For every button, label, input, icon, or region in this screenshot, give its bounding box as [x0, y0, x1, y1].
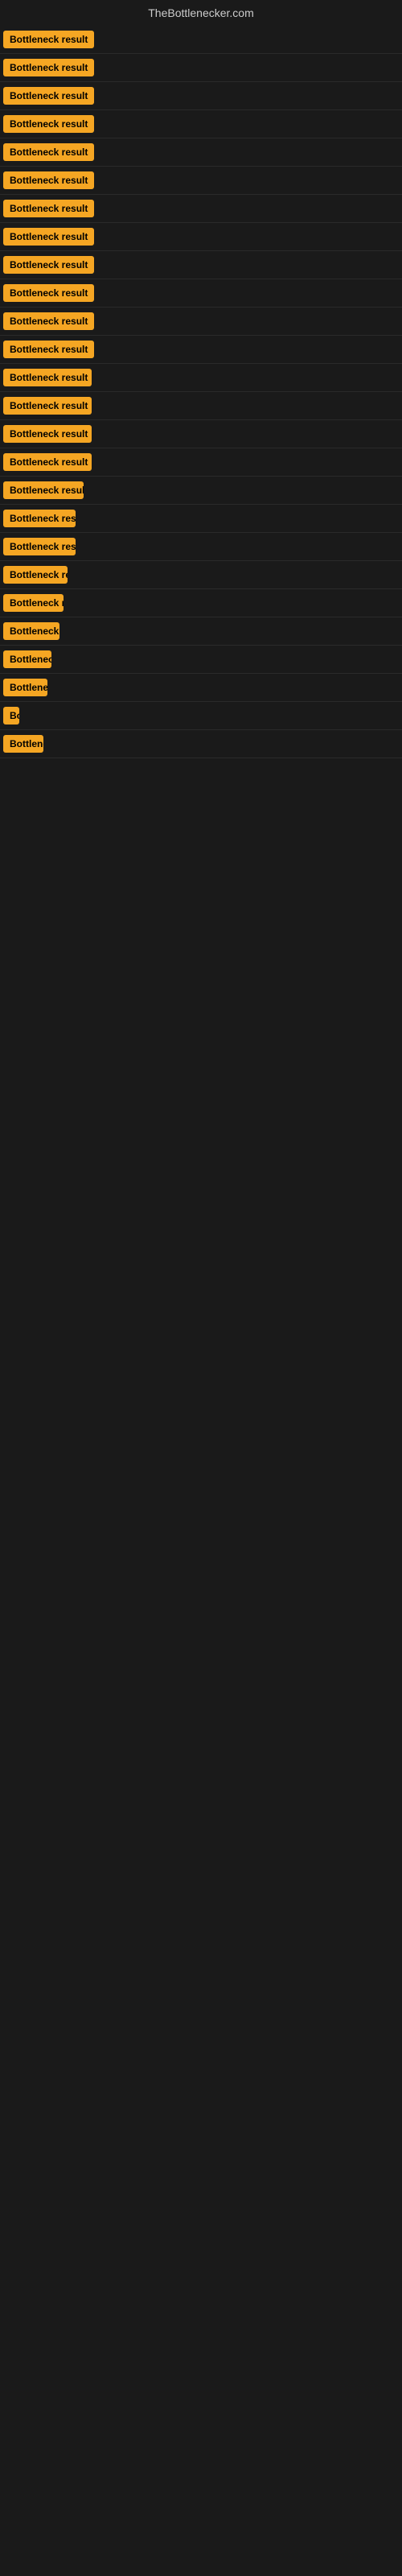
bottleneck-row-6: Bottleneck result [0, 167, 402, 195]
bottleneck-row-20: Bottleneck result [0, 561, 402, 589]
bottleneck-row-10: Bottleneck result [0, 279, 402, 308]
site-title-text: TheBottlenecker.com [148, 6, 254, 19]
bottleneck-row-11: Bottleneck result [0, 308, 402, 336]
bottleneck-badge-22[interactable]: Bottleneck result [3, 622, 59, 640]
bottleneck-row-7: Bottleneck result [0, 195, 402, 223]
bottleneck-row-19: Bottleneck result [0, 533, 402, 561]
bottleneck-row-23: Bottleneck result [0, 646, 402, 674]
bottleneck-badge-8[interactable]: Bottleneck result [3, 228, 94, 246]
bottleneck-row-8: Bottleneck result [0, 223, 402, 251]
bottleneck-badge-20[interactable]: Bottleneck result [3, 566, 68, 584]
bottleneck-row-9: Bottleneck result [0, 251, 402, 279]
bottleneck-row-17: Bottleneck result [0, 477, 402, 505]
bottleneck-badge-4[interactable]: Bottleneck result [3, 115, 94, 133]
bottleneck-badge-10[interactable]: Bottleneck result [3, 284, 94, 302]
bottleneck-badge-3[interactable]: Bottleneck result [3, 87, 94, 105]
bottleneck-badge-9[interactable]: Bottleneck result [3, 256, 94, 274]
bottleneck-badge-25[interactable]: Bottleneck result [3, 707, 19, 724]
bottleneck-row-3: Bottleneck result [0, 82, 402, 110]
bottleneck-row-4: Bottleneck result [0, 110, 402, 138]
bottleneck-badge-17[interactable]: Bottleneck result [3, 481, 84, 499]
bottleneck-row-26: Bottleneck result [0, 730, 402, 758]
bottleneck-badge-18[interactable]: Bottleneck result [3, 510, 76, 527]
bottleneck-badge-1[interactable]: Bottleneck result [3, 31, 94, 48]
bottleneck-badge-15[interactable]: Bottleneck result [3, 425, 92, 443]
bottleneck-row-25: Bottleneck result [0, 702, 402, 730]
bottleneck-badge-11[interactable]: Bottleneck result [3, 312, 94, 330]
bottleneck-row-2: Bottleneck result [0, 54, 402, 82]
bottleneck-badge-12[interactable]: Bottleneck result [3, 341, 94, 358]
bottleneck-badge-14[interactable]: Bottleneck result [3, 397, 92, 415]
bottleneck-row-21: Bottleneck result [0, 589, 402, 617]
bottleneck-row-12: Bottleneck result [0, 336, 402, 364]
bottleneck-row-14: Bottleneck result [0, 392, 402, 420]
bottleneck-row-16: Bottleneck result [0, 448, 402, 477]
bottleneck-badge-2[interactable]: Bottleneck result [3, 59, 94, 76]
bottleneck-badge-16[interactable]: Bottleneck result [3, 453, 92, 471]
bottleneck-row-13: Bottleneck result [0, 364, 402, 392]
bottleneck-badge-23[interactable]: Bottleneck result [3, 650, 51, 668]
bottleneck-badge-19[interactable]: Bottleneck result [3, 538, 76, 555]
bottleneck-row-5: Bottleneck result [0, 138, 402, 167]
bottleneck-badge-26[interactable]: Bottleneck result [3, 735, 43, 753]
bottleneck-badge-24[interactable]: Bottleneck result [3, 679, 47, 696]
bottleneck-row-18: Bottleneck result [0, 505, 402, 533]
bottleneck-badge-6[interactable]: Bottleneck result [3, 171, 94, 189]
bottleneck-badge-5[interactable]: Bottleneck result [3, 143, 94, 161]
bottleneck-row-24: Bottleneck result [0, 674, 402, 702]
bottleneck-badge-21[interactable]: Bottleneck result [3, 594, 64, 612]
bottleneck-badge-13[interactable]: Bottleneck result [3, 369, 92, 386]
bottleneck-row-15: Bottleneck result [0, 420, 402, 448]
bottleneck-badge-7[interactable]: Bottleneck result [3, 200, 94, 217]
badges-container: Bottleneck result Bottleneck result Bottle… [0, 26, 402, 758]
site-title: TheBottlenecker.com [0, 0, 402, 26]
bottleneck-row-1: Bottleneck result [0, 26, 402, 54]
bottleneck-row-22: Bottleneck result [0, 617, 402, 646]
